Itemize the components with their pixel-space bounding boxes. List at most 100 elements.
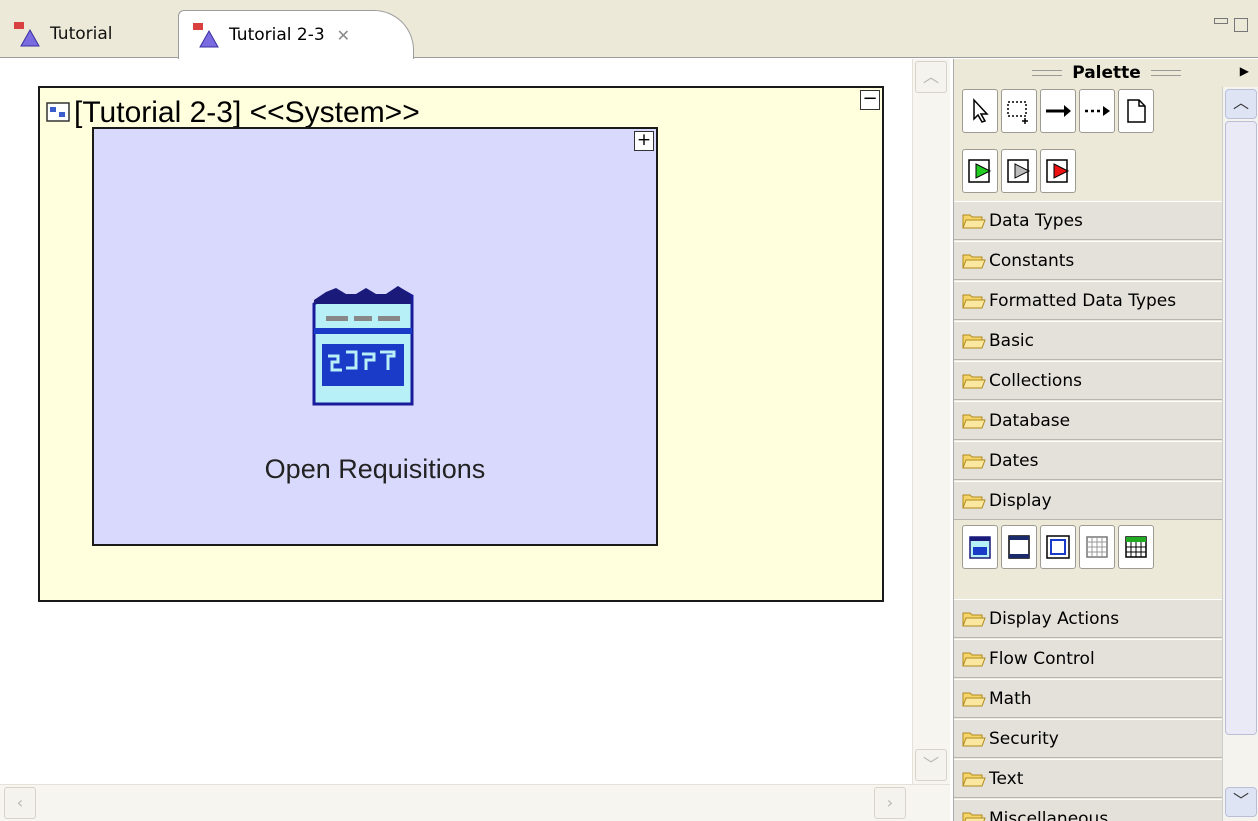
scroll-up-icon[interactable]: ︿ <box>1225 89 1257 119</box>
tab-label: Tutorial 2-3 <box>229 25 325 45</box>
tab-tutorial-2-3[interactable]: Tutorial 2-3 ✕ <box>178 10 414 59</box>
palette-panel: Palette ▶ Data Types Constants Formatted… <box>953 59 1258 821</box>
drawer-label: Flow Control <box>989 648 1095 669</box>
select-tool[interactable] <box>962 89 998 133</box>
dashed-arrow-icon <box>1085 106 1110 116</box>
panel-tool[interactable] <box>1040 525 1076 569</box>
drawer-basic[interactable]: Basic <box>954 321 1222 360</box>
drawer-miscellaneous[interactable]: Miscellaneous <box>954 799 1222 821</box>
scroll-up-icon[interactable]: ︿ <box>915 61 947 93</box>
folder-icon <box>962 494 986 508</box>
palette-title: Palette <box>1072 63 1141 83</box>
system-title-text: [Tutorial 2-3] <<System>> <box>74 96 420 129</box>
display-node-label: Open Requisitions <box>264 454 486 484</box>
arrow-right-icon <box>1046 105 1071 117</box>
display-page-icon <box>312 286 414 406</box>
palette-collapse-icon[interactable]: ▶ <box>1240 64 1249 78</box>
drawer-label: Basic <box>989 330 1035 351</box>
display-page-tool[interactable] <box>962 525 998 569</box>
folder-icon <box>962 652 986 666</box>
editor-tab-bar: Tutorial Tutorial 2-3 ✕ <box>0 0 1258 59</box>
grid-tool[interactable] <box>1079 525 1115 569</box>
drawer-label: Math <box>989 688 1032 709</box>
drawer-display[interactable]: Display <box>954 481 1222 520</box>
close-icon[interactable]: ✕ <box>337 26 350 45</box>
frame-tool[interactable] <box>1001 525 1037 569</box>
folder-icon <box>962 334 986 348</box>
folder-icon <box>962 772 986 786</box>
scroll-right-icon[interactable]: › <box>874 787 906 819</box>
folder-icon <box>962 414 986 428</box>
grip-icon <box>1150 70 1181 76</box>
pointer-icon <box>973 98 989 123</box>
display-page-icon <box>969 536 991 559</box>
drawer-database[interactable]: Database <box>954 401 1222 440</box>
marquee-icon <box>1007 101 1028 124</box>
note-icon <box>1127 99 1146 123</box>
diagram-icon <box>14 22 40 47</box>
tab-label: Tutorial <box>50 24 113 44</box>
drawer-security[interactable]: Security <box>954 719 1222 758</box>
palette-header[interactable]: Palette ▶ <box>954 59 1258 87</box>
panel-icon <box>1046 535 1070 559</box>
folder-icon <box>962 254 986 268</box>
end-event-tool[interactable] <box>1040 149 1076 193</box>
dashed-connection-tool[interactable] <box>1079 89 1115 133</box>
drawer-label: Text <box>989 768 1024 789</box>
drawer-collections[interactable]: Collections <box>954 361 1222 400</box>
folder-icon <box>962 692 986 706</box>
connection-tool[interactable] <box>1040 89 1076 133</box>
scroll-left-icon[interactable]: ‹ <box>4 787 36 819</box>
table-tool[interactable] <box>1118 525 1154 569</box>
drawer-label: Display <box>989 490 1052 511</box>
gateway-tool[interactable] <box>1001 149 1037 193</box>
canvas-horizontal-scrollbar[interactable]: ‹ › <box>0 784 950 821</box>
drawer-formatted-data-types[interactable]: Formatted Data Types <box>954 281 1222 320</box>
drawer-label: Display Actions <box>989 608 1120 629</box>
drawer-display-actions[interactable]: Display Actions <box>954 599 1222 638</box>
drawer-label: Database <box>989 410 1071 431</box>
canvas-vertical-scrollbar[interactable]: ︿ ﹀ <box>912 59 950 784</box>
minimize-icon[interactable] <box>1214 18 1228 24</box>
maximize-icon[interactable] <box>1234 18 1248 32</box>
folder-icon <box>962 812 986 821</box>
drawer-constants[interactable]: Constants <box>954 241 1222 280</box>
drawer-text[interactable]: Text <box>954 759 1222 798</box>
system-icon <box>46 102 70 122</box>
expand-button[interactable]: + <box>634 131 654 151</box>
grid-icon <box>1086 536 1108 558</box>
diagram-canvas[interactable]: [Tutorial 2-3] <<System>> − + Open Requi… <box>0 59 958 821</box>
palette-scrollbar[interactable]: ︿ ﹀ <box>1222 87 1258 821</box>
scroll-down-icon[interactable]: ﹀ <box>1225 787 1257 817</box>
system-container[interactable]: [Tutorial 2-3] <<System>> − + Open Requi… <box>38 86 884 602</box>
drawer-flow-control[interactable]: Flow Control <box>954 639 1222 678</box>
folder-icon <box>962 374 986 388</box>
drawer-label: Security <box>989 728 1059 749</box>
collapse-button[interactable]: − <box>860 90 880 110</box>
drawer-label: Constants <box>989 250 1075 271</box>
folder-icon <box>962 612 986 626</box>
folder-icon <box>962 294 986 308</box>
tab-tutorial[interactable]: Tutorial <box>0 10 180 58</box>
folder-icon <box>962 214 986 228</box>
note-tool[interactable] <box>1118 89 1154 133</box>
start-icon <box>968 159 992 183</box>
start-event-tool[interactable] <box>962 149 998 193</box>
table-icon <box>1125 536 1147 558</box>
drawer-dates[interactable]: Dates <box>954 441 1222 480</box>
drawer-math[interactable]: Math <box>954 679 1222 718</box>
scroll-thumb[interactable] <box>1225 121 1257 735</box>
gateway-icon <box>1007 159 1031 183</box>
frame-icon <box>1008 535 1030 559</box>
scroll-down-icon[interactable]: ﹀ <box>915 749 947 781</box>
end-icon <box>1046 159 1070 183</box>
palette-body: Data Types Constants Formatted Data Type… <box>954 87 1222 821</box>
drawer-data-types[interactable]: Data Types <box>954 201 1222 240</box>
display-node[interactable]: + Open Requisitions <box>92 127 658 546</box>
marquee-tool[interactable] <box>1001 89 1037 133</box>
drawer-label: Formatted Data Types <box>989 290 1177 311</box>
drawer-label: Miscellaneous <box>989 808 1109 821</box>
folder-icon <box>962 732 986 746</box>
grip-icon <box>1032 70 1063 76</box>
folder-icon <box>962 454 986 468</box>
